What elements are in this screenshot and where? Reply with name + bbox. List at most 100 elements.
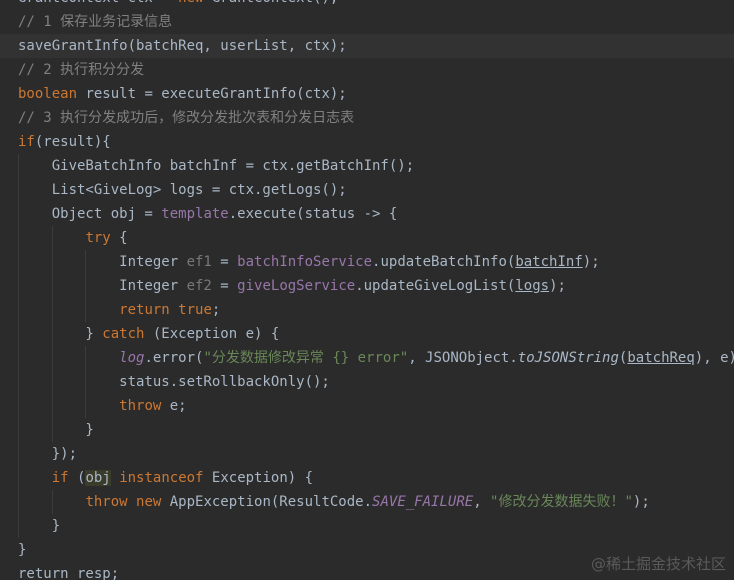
code-line[interactable]: // 2 执行积分分发 bbox=[0, 58, 734, 82]
code-token: e; bbox=[169, 398, 187, 414]
code-token: ); bbox=[549, 278, 566, 294]
indent-guide bbox=[18, 442, 19, 466]
code-token: batchInfoService bbox=[237, 254, 373, 270]
code-token: SAVE_FAILURE bbox=[372, 494, 474, 510]
indent-guide bbox=[18, 514, 19, 538]
code-line[interactable]: if(result){ bbox=[0, 130, 734, 154]
code-token: batchInf bbox=[515, 254, 583, 270]
code-token: ef2 bbox=[186, 278, 212, 294]
code-token: GiveBatchInfo batchInf = ctx.getBatchInf… bbox=[18, 158, 415, 174]
indent-guide bbox=[18, 202, 19, 226]
code-line[interactable]: throw new AppException(ResultCode.SAVE_F… bbox=[0, 490, 734, 514]
code-token: AppException(ResultCode. bbox=[169, 494, 373, 510]
indent-guide bbox=[18, 490, 19, 514]
indent-guide bbox=[51, 490, 53, 514]
indent-guide bbox=[51, 250, 53, 274]
code-token: } bbox=[18, 422, 94, 438]
indent-guide bbox=[85, 298, 87, 322]
code-token: ); bbox=[582, 254, 600, 270]
code-line[interactable]: if (obj instanceof Exception) { bbox=[0, 466, 734, 490]
code-token: saveGrantInfo(batchReq, userList, ctx); bbox=[18, 38, 347, 54]
code-token: boolean bbox=[18, 86, 86, 102]
watermark: @稀土掘金技术社区 bbox=[590, 555, 726, 573]
indent-guide bbox=[18, 154, 19, 178]
code-token: = bbox=[211, 278, 238, 294]
code-line[interactable]: log.error("分发数据修改异常 {} error", JSONObjec… bbox=[0, 346, 734, 370]
indent-guide bbox=[18, 370, 19, 394]
indent-guide bbox=[18, 322, 19, 346]
code-token: } bbox=[18, 326, 103, 342]
code-line[interactable]: saveGrantInfo(batchReq, userList, ctx); bbox=[0, 34, 734, 58]
code-token: GrantContext(); bbox=[212, 0, 338, 6]
code-token: obj bbox=[85, 470, 111, 486]
code-token: giveLogService bbox=[237, 278, 356, 294]
code-area[interactable]: GrantContext ctx = new GrantContext(); //… bbox=[0, 0, 734, 580]
code-token: Integer bbox=[18, 278, 187, 294]
code-token: status.setRollbackOnly(); bbox=[18, 374, 330, 390]
code-line[interactable]: status.setRollbackOnly(); bbox=[0, 370, 734, 394]
code-line[interactable]: try { bbox=[0, 226, 734, 250]
code-token: "修改分发数据失败！" bbox=[490, 494, 633, 510]
code-token: ef1 bbox=[186, 254, 212, 270]
indent-guide bbox=[51, 322, 53, 346]
code-token: .updateBatchInfo( bbox=[372, 254, 516, 270]
code-line[interactable]: Integer ef2 = giveLogService.updateGiveL… bbox=[0, 274, 734, 298]
code-line[interactable]: Object obj = template.execute(status -> … bbox=[0, 202, 734, 226]
indent-guide bbox=[51, 274, 53, 298]
code-token: } bbox=[18, 542, 27, 558]
code-token: batchReq bbox=[627, 350, 695, 366]
code-line[interactable]: // 3 执行分发成功后，修改分发批次表和分发日志表 bbox=[0, 106, 734, 130]
code-token: "分发数据修改异常 {} error" bbox=[203, 350, 409, 366]
code-token: { bbox=[119, 230, 128, 246]
indent-guide bbox=[18, 226, 19, 250]
code-line[interactable]: }); bbox=[0, 442, 734, 466]
indent-guide bbox=[18, 178, 19, 202]
code-token: .updateGiveLogList( bbox=[355, 278, 516, 294]
code-line[interactable]: throw e; bbox=[0, 394, 734, 418]
indent-guide bbox=[51, 298, 53, 322]
code-token: instanceof bbox=[119, 470, 212, 486]
indent-guide bbox=[18, 346, 19, 370]
indent-guide bbox=[18, 298, 19, 322]
code-line[interactable]: List<GiveLog> logs = ctx.getLogs(); bbox=[0, 178, 734, 202]
code-line[interactable]: } bbox=[0, 418, 734, 442]
code-token: try bbox=[85, 230, 120, 246]
code-editor[interactable]: GrantContext ctx = new GrantContext(); //… bbox=[0, 0, 734, 580]
indent-guide bbox=[51, 226, 53, 250]
code-line[interactable]: Integer ef1 = batchInfoService.updateBat… bbox=[0, 250, 734, 274]
indent-guide bbox=[18, 394, 19, 418]
indent-guide bbox=[18, 466, 19, 490]
indent-guide bbox=[85, 394, 87, 418]
code-token: if bbox=[18, 134, 35, 150]
code-token: GrantContext ctx = bbox=[18, 0, 178, 6]
code-line[interactable]: return true; bbox=[0, 298, 734, 322]
code-token: ), e); bbox=[694, 350, 734, 366]
code-token: // 2 执行积分分发 bbox=[18, 62, 145, 78]
code-line[interactable]: // 1 保存业务记录信息 bbox=[0, 10, 734, 34]
code-token: template bbox=[161, 206, 229, 222]
code-token: // 1 保存业务记录信息 bbox=[18, 14, 173, 30]
code-token: }); bbox=[18, 446, 78, 462]
indent-guide bbox=[85, 274, 87, 298]
code-token: .error( bbox=[144, 350, 204, 366]
code-line[interactable]: GrantContext ctx = new GrantContext(); bbox=[0, 0, 734, 10]
code-token: (Exception e) { bbox=[152, 326, 280, 342]
code-token: catch bbox=[102, 326, 153, 342]
code-line[interactable]: } bbox=[0, 514, 734, 538]
indent-guide bbox=[85, 346, 87, 370]
indent-guide bbox=[85, 370, 87, 394]
indent-guide bbox=[51, 370, 53, 394]
code-token: ; bbox=[211, 302, 221, 318]
code-line[interactable]: GiveBatchInfo batchInf = ctx.getBatchInf… bbox=[0, 154, 734, 178]
code-line[interactable]: } catch (Exception e) { bbox=[0, 322, 734, 346]
code-line[interactable]: boolean result = executeGrantInfo(ctx); bbox=[0, 82, 734, 106]
code-token: Exception) { bbox=[211, 470, 314, 486]
indent-guide bbox=[18, 274, 19, 298]
code-token: return true bbox=[119, 302, 212, 318]
code-token: = bbox=[211, 254, 238, 270]
code-token: Object obj = bbox=[18, 206, 162, 222]
code-token: new bbox=[178, 0, 212, 6]
